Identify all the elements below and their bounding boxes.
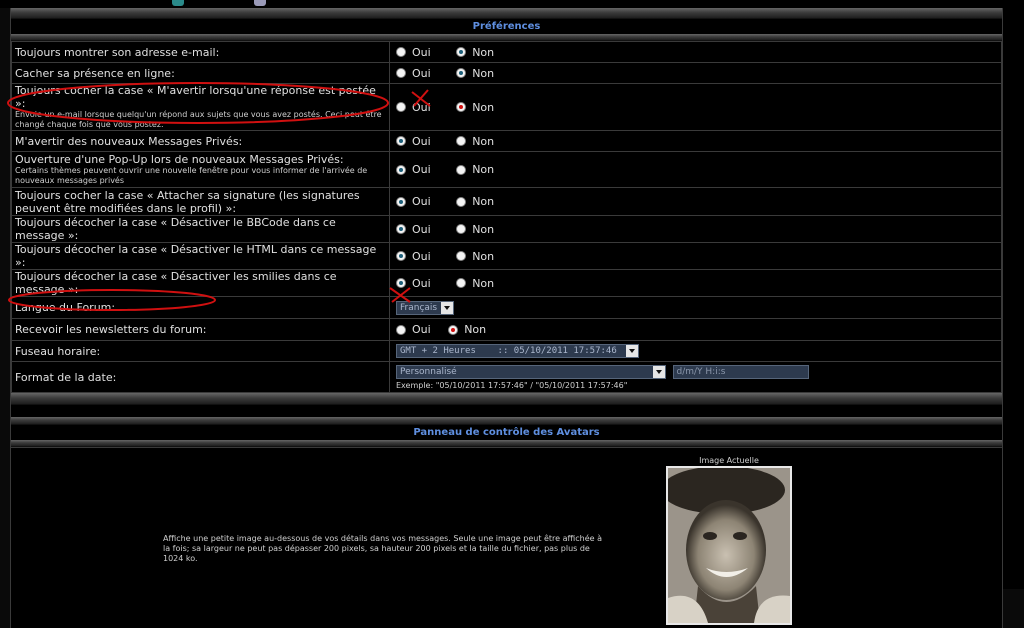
radio-no-label: Non: [472, 163, 495, 177]
language-select[interactable]: Français: [396, 300, 455, 315]
radio-yes-label: Oui: [412, 222, 431, 236]
radio-no-label: Non: [472, 100, 495, 114]
preferences-table: Toujours montrer son adresse e-mail: Oui…: [11, 41, 1002, 393]
timezone-label: Fuseau horaire:: [15, 344, 101, 358]
divider-bar: [11, 393, 1002, 405]
avatar-description: Affiche une petite image au-dessous de v…: [163, 534, 603, 563]
pref-row: Toujours décocher la case « Désactiver l…: [11, 215, 1002, 243]
pref-label: Toujours décocher la case « Désactiver l…: [15, 270, 337, 296]
radio-yes-label: Oui: [412, 163, 431, 177]
radio-yes[interactable]: [396, 196, 406, 207]
timezone-select-value: GMT + 2 Heures :: 05/10/2011 17:57:46: [400, 346, 617, 356]
radio-yes[interactable]: [396, 136, 406, 147]
radio-no-label: Non: [472, 276, 495, 290]
pref-label: Toujours montrer son adresse e-mail:: [15, 45, 220, 59]
divider-bar: [11, 417, 1002, 425]
radio-yes[interactable]: [396, 47, 406, 58]
dateformat-input[interactable]: d/m/Y H:i:s: [672, 364, 809, 379]
timezone-row: Fuseau horaire: GMT + 2 Heures :: 05/10/…: [11, 340, 1002, 362]
radio-no[interactable]: [456, 102, 467, 113]
dateformat-example: Exemple: "05/10/2011 17:57:46" / "05/10/…: [396, 380, 628, 390]
avatar-header: Panneau de contrôle des Avatars: [11, 425, 1002, 440]
radio-no-label: Non: [472, 45, 495, 59]
pref-label: M'avertir des nouveaux Messages Privés:: [15, 134, 243, 148]
pref-description: Envoie un e-mail lorsque quelqu'un répon…: [15, 110, 382, 129]
radio-yes[interactable]: [396, 102, 406, 113]
pref-label: Toujours cocher la case « M'avertir lors…: [15, 84, 376, 110]
pref-row: Toujours cocher la case « Attacher sa si…: [11, 187, 1002, 216]
pref-label: Ouverture d'une Pop-Up lors de nouveaux …: [15, 153, 344, 166]
divider-bar: [11, 440, 1002, 447]
language-label: Langue du Forum:: [15, 301, 116, 314]
radio-yes[interactable]: [396, 164, 406, 175]
radio-yes-label: Oui: [412, 195, 431, 209]
dateformat-select[interactable]: Personnalisé: [396, 364, 666, 379]
timezone-select[interactable]: GMT + 2 Heures :: 05/10/2011 17:57:46: [396, 344, 639, 358]
toolbar-icon[interactable]: [172, 0, 184, 6]
radio-yes[interactable]: [396, 324, 406, 335]
radio-yes-label: Oui: [412, 276, 431, 290]
pref-label: Cacher sa présence en ligne:: [15, 66, 175, 80]
radio-no-label: Non: [472, 249, 495, 263]
avatar-current-caption: Image Actuelle: [699, 456, 759, 465]
newsletter-label: Recevoir les newsletters du forum:: [15, 323, 207, 336]
chevron-down-icon: [653, 365, 665, 378]
radio-yes[interactable]: [396, 278, 406, 289]
preferences-header: Préférences: [11, 19, 1002, 34]
language-row: Langue du Forum: Français: [11, 296, 1002, 319]
dateformat-select-value: Personnalisé: [400, 366, 457, 377]
radio-no[interactable]: [456, 251, 467, 262]
dateformat-row: Format de la date: Personnalisé d/m/Y H:…: [11, 361, 1002, 393]
radio-yes-label: Oui: [412, 100, 431, 114]
toolbar-icon[interactable]: [254, 0, 266, 6]
pref-row: Cacher sa présence en ligne: Oui Non: [11, 62, 1002, 84]
radio-no-label: Non: [472, 66, 495, 80]
radio-no[interactable]: [456, 196, 467, 207]
profile-form: Préférences Toujours montrer son adresse…: [10, 8, 1003, 628]
radio-yes-label: Oui: [412, 45, 431, 59]
pref-row: M'avertir des nouveaux Messages Privés: …: [11, 130, 1002, 152]
radio-yes-label: Oui: [412, 66, 431, 80]
spacer: [11, 405, 1002, 417]
radio-no[interactable]: [456, 47, 467, 58]
radio-yes[interactable]: [396, 251, 406, 262]
radio-no[interactable]: [456, 278, 467, 289]
pref-row: Ouverture d'une Pop-Up lors de nouveaux …: [11, 151, 1002, 188]
radio-no-label: Non: [464, 323, 487, 337]
radio-no[interactable]: [448, 324, 459, 335]
pref-label: Toujours cocher la case « Attacher sa si…: [15, 188, 360, 215]
pref-label: Toujours décocher la case « Désactiver l…: [15, 243, 377, 269]
pref-description: Certains thèmes peuvent ouvrir une nouve…: [15, 166, 368, 185]
radio-yes-label: Oui: [412, 134, 431, 148]
page-scroll-area: [1003, 8, 1024, 589]
language-select-value: Français: [400, 302, 438, 313]
pref-row: Toujours montrer son adresse e-mail: Oui…: [11, 41, 1002, 63]
pref-label: Toujours décocher la case « Désactiver l…: [15, 216, 336, 242]
radio-yes[interactable]: [396, 224, 406, 235]
pref-row: Toujours décocher la case « Désactiver l…: [11, 269, 1002, 297]
divider-bar: [11, 8, 1002, 19]
avatar-photo-icon: [668, 468, 790, 623]
newsletter-row: Recevoir les newsletters du forum: Oui N…: [11, 318, 1002, 341]
radio-no[interactable]: [456, 68, 467, 79]
chevron-down-icon: [626, 345, 638, 357]
divider-bar: [11, 34, 1002, 41]
radio-no[interactable]: [456, 136, 467, 147]
avatar-image: [666, 466, 792, 625]
radio-no[interactable]: [456, 224, 467, 235]
radio-yes[interactable]: [396, 68, 406, 79]
radio-no[interactable]: [456, 164, 467, 175]
pref-row: Toujours décocher la case « Désactiver l…: [11, 242, 1002, 270]
radio-no-label: Non: [472, 222, 495, 236]
dateformat-label: Format de la date:: [15, 370, 117, 384]
pref-row: Toujours cocher la case « M'avertir lors…: [11, 83, 1002, 131]
avatar-panel: Affiche une petite image au-dessous de v…: [11, 447, 1002, 628]
radio-yes-label: Oui: [412, 323, 431, 337]
radio-no-label: Non: [472, 134, 495, 148]
top-strip: [0, 0, 1024, 8]
radio-no-label: Non: [472, 195, 495, 209]
chevron-down-icon: [441, 301, 454, 314]
radio-yes-label: Oui: [412, 249, 431, 263]
